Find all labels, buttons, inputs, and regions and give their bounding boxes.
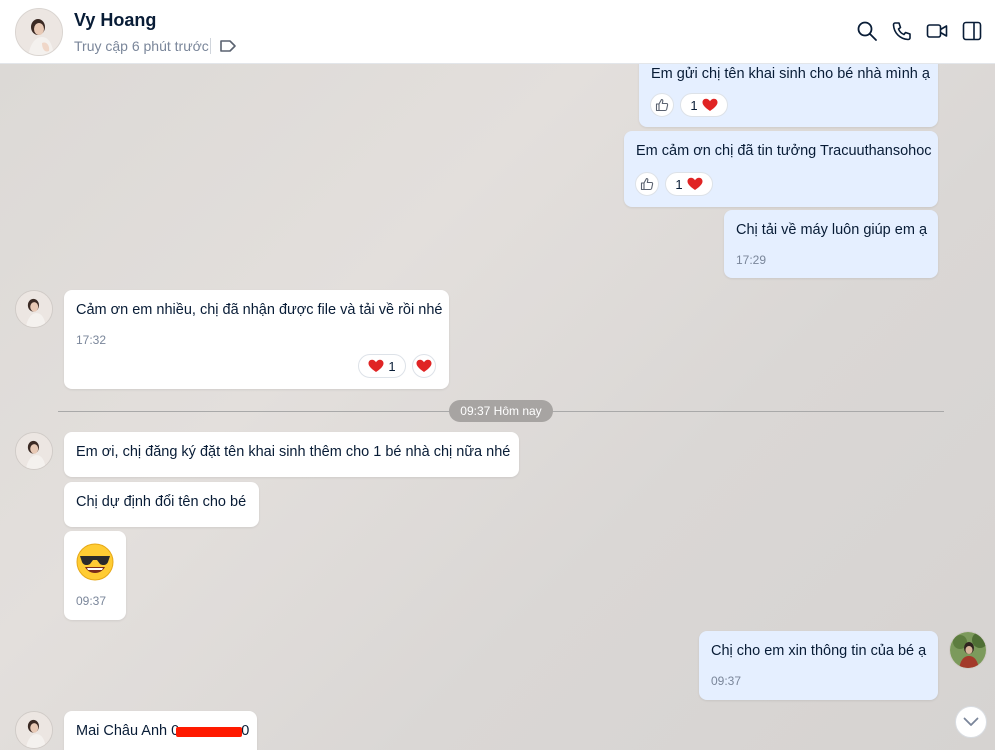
chat-header: Vy Hoang Truy cập 6 phút trước — [0, 0, 995, 64]
tag-icon[interactable] — [219, 38, 237, 54]
redaction-mark — [176, 727, 242, 737]
message-text: Em gửi chị tên khai sinh cho bé nhà mình… — [651, 66, 930, 82]
heart-reaction-badge[interactable]: 1 — [665, 172, 713, 196]
sender-avatar[interactable] — [15, 711, 53, 749]
received-message[interactable]: Cảm ơn em nhiều, chị đã nhận được file v… — [64, 290, 449, 389]
received-message[interactable]: Mai Châu Anh 0 0 — [64, 711, 257, 750]
heart-icon — [687, 177, 703, 190]
thumbs-up-icon — [640, 177, 654, 191]
message-time: 17:32 — [76, 333, 107, 347]
message-text: Em cảm ơn chị đã tin tưởng Tracuuthansoh… — [636, 143, 932, 159]
add-heart-reaction-button[interactable] — [412, 354, 436, 378]
contact-avatar[interactable] — [15, 8, 63, 56]
reaction-count: 1 — [388, 358, 396, 374]
message-text: Chị cho em xin thông tin của bé ạ — [711, 643, 927, 659]
message-text: Cảm ơn em nhiều, chị đã nhận được file v… — [76, 302, 443, 318]
video-call-icon[interactable] — [926, 20, 948, 42]
message-text: Em ơi, chị đăng ký đặt tên khai sinh thê… — [76, 444, 511, 460]
sent-message[interactable]: Em cảm ơn chị đã tin tưởng Tracuuthansoh… — [624, 131, 938, 207]
like-reaction-button[interactable] — [635, 172, 659, 196]
last-seen-status: Truy cập 6 phút trước — [74, 38, 209, 54]
message-time: 17:29 — [736, 253, 767, 267]
heart-reaction-badge[interactable]: 1 — [680, 93, 728, 117]
reaction-count: 1 — [675, 176, 683, 192]
sent-message[interactable]: Chị cho em xin thông tin của bé ạ 09:37 — [699, 631, 938, 700]
message-text-suffix: 0 — [241, 723, 250, 739]
phone-icon[interactable] — [891, 20, 913, 42]
heart-icon — [368, 359, 384, 372]
message-text: Chị dự định đổi tên cho bé — [76, 494, 247, 510]
sidebar-toggle-icon[interactable] — [961, 20, 983, 42]
reaction-count: 1 — [690, 97, 698, 113]
message-time: 09:37 — [76, 594, 107, 608]
status-divider — [210, 38, 211, 54]
chat-area[interactable]: Em gửi chị tên khai sinh cho bé nhà mình… — [0, 64, 995, 750]
received-message[interactable]: Em ơi, chị đăng ký đặt tên khai sinh thê… — [64, 432, 519, 477]
contact-name[interactable]: Vy Hoang — [74, 10, 156, 31]
sender-avatar[interactable] — [15, 432, 53, 470]
chevron-down-icon — [963, 717, 979, 726]
sent-message[interactable]: Em gửi chị tên khai sinh cho bé nhà mình… — [639, 64, 938, 127]
heart-icon — [702, 98, 718, 111]
sunglasses-emoji-icon — [76, 543, 114, 581]
date-divider-label: 09:37 Hôm nay — [449, 400, 553, 422]
received-message[interactable]: Chị dự định đổi tên cho bé — [64, 482, 259, 527]
my-avatar[interactable] — [949, 631, 987, 669]
message-time: 09:37 — [711, 674, 742, 688]
sent-message[interactable]: Chị tải về máy luôn giúp em ạ 17:29 — [724, 210, 938, 278]
scroll-to-bottom-button[interactable] — [955, 706, 987, 738]
message-text-prefix: Mai Châu Anh 0 — [76, 723, 180, 739]
search-icon[interactable] — [856, 20, 878, 42]
thumbs-up-icon — [655, 98, 669, 112]
sender-avatar[interactable] — [15, 290, 53, 328]
like-reaction-button[interactable] — [650, 93, 674, 117]
heart-icon — [416, 359, 432, 372]
heart-reaction-badge[interactable]: 1 — [358, 354, 406, 378]
received-emoji-message[interactable]: 09:37 — [64, 531, 126, 620]
message-text: Chị tải về máy luôn giúp em ạ — [736, 222, 928, 238]
